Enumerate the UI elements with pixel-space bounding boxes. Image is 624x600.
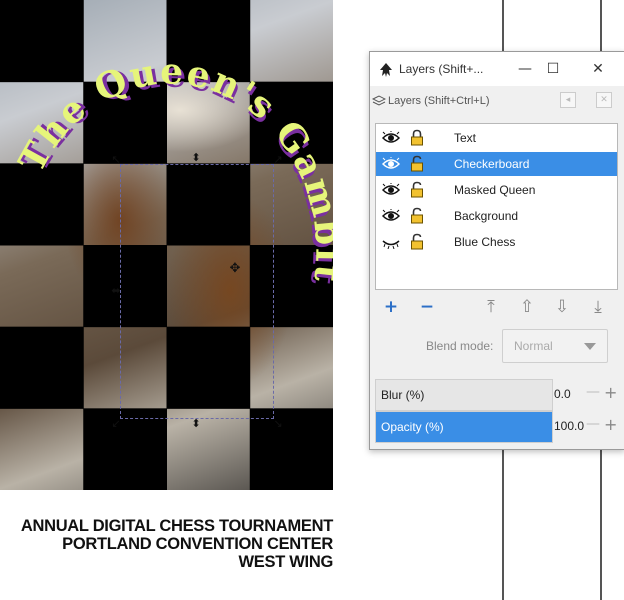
opacity-label: Opacity (%)	[381, 420, 444, 434]
panel-title: Layers (Shift+Ctrl+L)	[388, 95, 490, 107]
eye-open-icon[interactable]	[382, 183, 400, 197]
raise-layer-button[interactable]: ⇧	[517, 297, 537, 317]
inkscape-icon	[380, 63, 392, 77]
layers-icon	[372, 95, 386, 106]
add-layer-button[interactable]: +	[381, 297, 401, 317]
resize-handle-left-icon[interactable]: ⬌	[110, 285, 122, 297]
raise-to-top-button[interactable]: ⤒	[481, 297, 501, 317]
layer-list[interactable]: Text Checkerboard Masked Queen Background Bl…	[375, 123, 618, 290]
blur-decrement-button[interactable]: —	[586, 384, 600, 400]
lock-closed-icon[interactable]	[410, 129, 424, 146]
layer-row[interactable]: Checkerboard	[376, 152, 617, 176]
canvas-artwork[interactable]: The Queen's Gambit The Queen's Gambit ↖ …	[0, 0, 333, 490]
dialog-titlebar[interactable]: Layers (Shift+... — ☐ ✕	[370, 52, 624, 86]
resize-handle-bottom-right-icon[interactable]: ↘	[272, 418, 284, 430]
event-info: ANNUAL DIGITAL CHESS TOURNAMENT PORTLAND…	[20, 517, 333, 571]
resize-handle-top-right-icon[interactable]: ↗	[272, 154, 284, 166]
panel-collapse-icon[interactable]: ◂	[560, 92, 576, 108]
event-line-3: WEST WING	[238, 553, 334, 571]
resize-handle-top-icon[interactable]: ⬍	[190, 152, 202, 164]
dialog-title: Layers (Shift+...	[399, 62, 484, 76]
opacity-slider-row: Opacity (%) 100.0 — +	[375, 411, 621, 443]
event-line-2: PORTLAND CONVENTION CENTER	[62, 535, 333, 553]
layer-name: Checkerboard	[454, 157, 530, 171]
layer-name: Text	[454, 131, 477, 145]
event-line-1: ANNUAL DIGITAL CHESS TOURNAMENT	[20, 517, 333, 535]
lock-open-icon[interactable]	[410, 207, 424, 224]
eye-closed-icon[interactable]	[382, 235, 400, 249]
chevron-down-icon	[584, 343, 596, 350]
opacity-value[interactable]: 100.0	[554, 419, 584, 433]
layer-name: Blue Chess	[454, 235, 516, 249]
panel-header: Layers (Shift+Ctrl+L) ◂ ✕	[370, 88, 624, 114]
blur-slider[interactable]: Blur (%)	[375, 379, 553, 411]
layer-toolbar: + − ⤒ ⇧ ⇩ ⤓	[375, 295, 616, 319]
close-button[interactable]: ✕	[585, 58, 611, 80]
resize-handle-bottom-left-icon[interactable]: ↙	[110, 418, 122, 430]
eye-open-icon[interactable]	[382, 209, 400, 223]
blur-value[interactable]: 0.0	[554, 387, 571, 401]
blend-mode-label: Blend mode:	[426, 339, 494, 353]
selection-bounding-box[interactable]	[120, 164, 274, 419]
eye-open-icon[interactable]	[382, 131, 400, 145]
resize-handle-top-left-icon[interactable]: ↖	[110, 154, 122, 166]
blend-mode-value: Normal	[514, 339, 553, 353]
minimize-button[interactable]: —	[512, 58, 538, 80]
opacity-slider[interactable]: Opacity (%)	[375, 411, 553, 443]
layer-row[interactable]: Background	[376, 204, 617, 228]
maximize-button[interactable]: ☐	[540, 58, 566, 80]
remove-layer-button[interactable]: −	[417, 297, 437, 317]
blur-increment-button[interactable]: +	[604, 383, 617, 402]
lock-open-icon[interactable]	[410, 233, 424, 250]
lower-layer-button[interactable]: ⇩	[552, 297, 572, 317]
opacity-increment-button[interactable]: +	[604, 415, 617, 434]
layer-row[interactable]: Masked Queen	[376, 178, 617, 202]
lock-open-icon[interactable]	[410, 155, 424, 172]
lock-open-icon[interactable]	[410, 181, 424, 198]
layer-row[interactable]: Blue Chess	[376, 230, 617, 254]
layer-name: Background	[454, 209, 519, 223]
eye-open-icon[interactable]	[382, 157, 400, 171]
move-cursor-icon: ✥	[229, 261, 241, 276]
blur-slider-row: Blur (%) 0.0 — +	[375, 379, 621, 411]
layer-name: Masked Queen	[454, 183, 536, 197]
lower-to-bottom-button[interactable]: ⤓	[588, 297, 608, 317]
blur-label: Blur (%)	[381, 388, 425, 402]
resize-handle-bottom-icon[interactable]: ⬍	[190, 418, 202, 430]
opacity-decrement-button[interactable]: —	[586, 416, 600, 432]
blend-mode-select[interactable]: Normal	[502, 329, 608, 363]
layer-row[interactable]: Text	[376, 126, 617, 150]
layers-dialog[interactable]: Layers (Shift+... — ☐ ✕ Layers (Shift+Ct…	[369, 51, 624, 450]
panel-close-icon[interactable]: ✕	[596, 92, 612, 108]
